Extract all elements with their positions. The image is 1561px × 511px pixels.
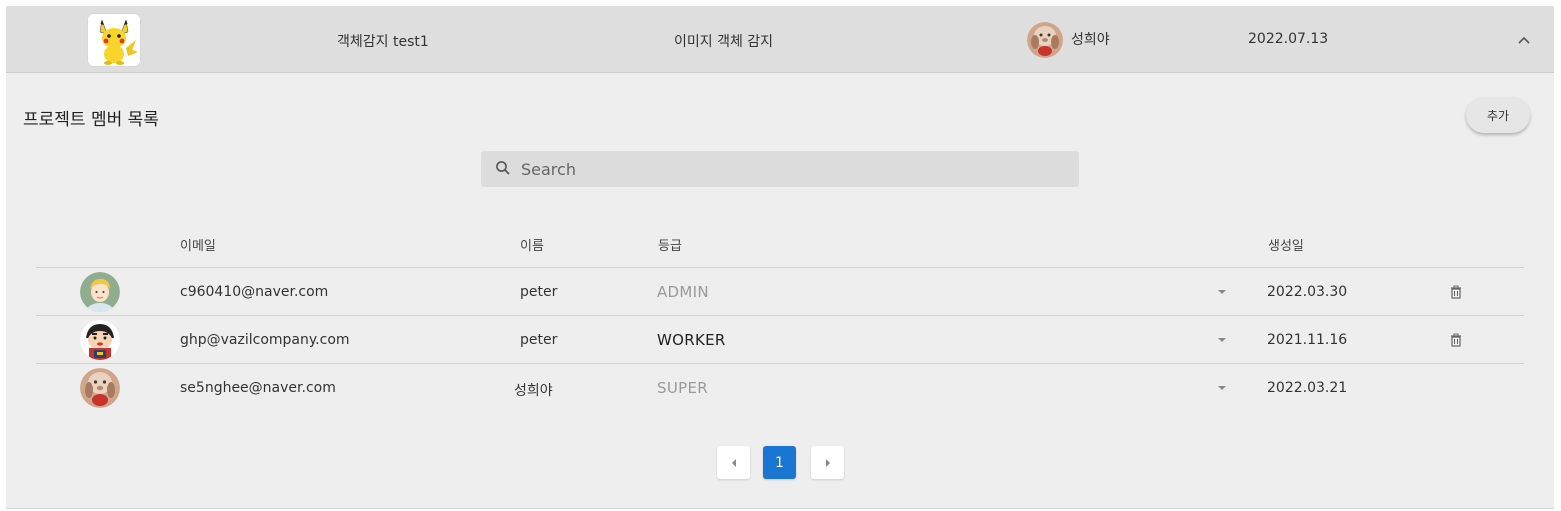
project-date: 2022.07.13 <box>1248 31 1329 47</box>
role-select[interactable]: ADMIN <box>657 283 709 301</box>
member-created-date: 2022.03.30 <box>1267 284 1348 300</box>
add-member-button[interactable]: 추가 <box>1466 97 1530 133</box>
chevron-left-icon <box>731 458 736 467</box>
page-button-current[interactable]: 1 <box>763 446 796 479</box>
project-thumbnail <box>88 14 140 66</box>
member-name: peter <box>520 332 558 348</box>
search-icon <box>496 161 510 175</box>
caret-down-icon[interactable] <box>1218 338 1226 342</box>
table-row: c960410@naver.com peter ADMIN 2022.03.30 <box>36 268 1524 316</box>
search-input[interactable] <box>521 151 1061 187</box>
project-owner-name: 성희야 <box>1071 32 1110 48</box>
caret-down-icon[interactable] <box>1218 290 1226 294</box>
role-select[interactable]: WORKER <box>657 331 726 349</box>
column-header-email: 이메일 <box>180 239 216 254</box>
owner-avatar <box>1027 22 1063 58</box>
member-name: 성희야 <box>514 383 553 399</box>
project-row[interactable]: 객체감지 test1 이미지 객체 감지 성희야 2022.07.13 <box>6 6 1554 73</box>
role-select[interactable]: SUPER <box>657 379 708 397</box>
avatar <box>80 368 120 408</box>
member-created-date: 2021.11.16 <box>1267 332 1348 348</box>
member-email: se5nghee@naver.com <box>180 380 336 396</box>
column-header-role: 등급 <box>658 239 682 254</box>
chevron-right-icon <box>825 458 830 467</box>
next-page-button[interactable] <box>811 446 844 479</box>
project-type: 이미지 객체 감지 <box>674 34 774 50</box>
member-name: peter <box>520 284 558 300</box>
project-panel: 객체감지 test1 이미지 객체 감지 성희야 2022.07.13 프로젝트… <box>6 6 1554 509</box>
project-name: 객체감지 test1 <box>337 34 429 50</box>
member-search[interactable] <box>481 151 1079 187</box>
column-header-created: 생성일 <box>1268 239 1304 254</box>
table-row: se5nghee@naver.com 성희야 SUPER 2022.03.21 <box>36 364 1524 412</box>
members-section-title: 프로젝트 멤버 목록 <box>23 110 159 130</box>
trash-icon[interactable] <box>1449 332 1463 348</box>
member-email: c960410@naver.com <box>180 284 329 300</box>
chevron-up-icon <box>1518 36 1530 44</box>
trash-icon[interactable] <box>1449 284 1463 300</box>
avatar <box>80 272 120 312</box>
prev-page-button[interactable] <box>717 446 750 479</box>
column-header-name: 이름 <box>520 239 544 254</box>
member-created-date: 2022.03.21 <box>1267 380 1348 396</box>
caret-down-icon[interactable] <box>1218 386 1226 390</box>
member-email: ghp@vazilcompany.com <box>180 332 350 348</box>
table-row: ghp@vazilcompany.com peter WORKER 2021.1… <box>36 316 1524 364</box>
collapse-button[interactable] <box>1512 28 1536 52</box>
avatar <box>80 320 120 360</box>
